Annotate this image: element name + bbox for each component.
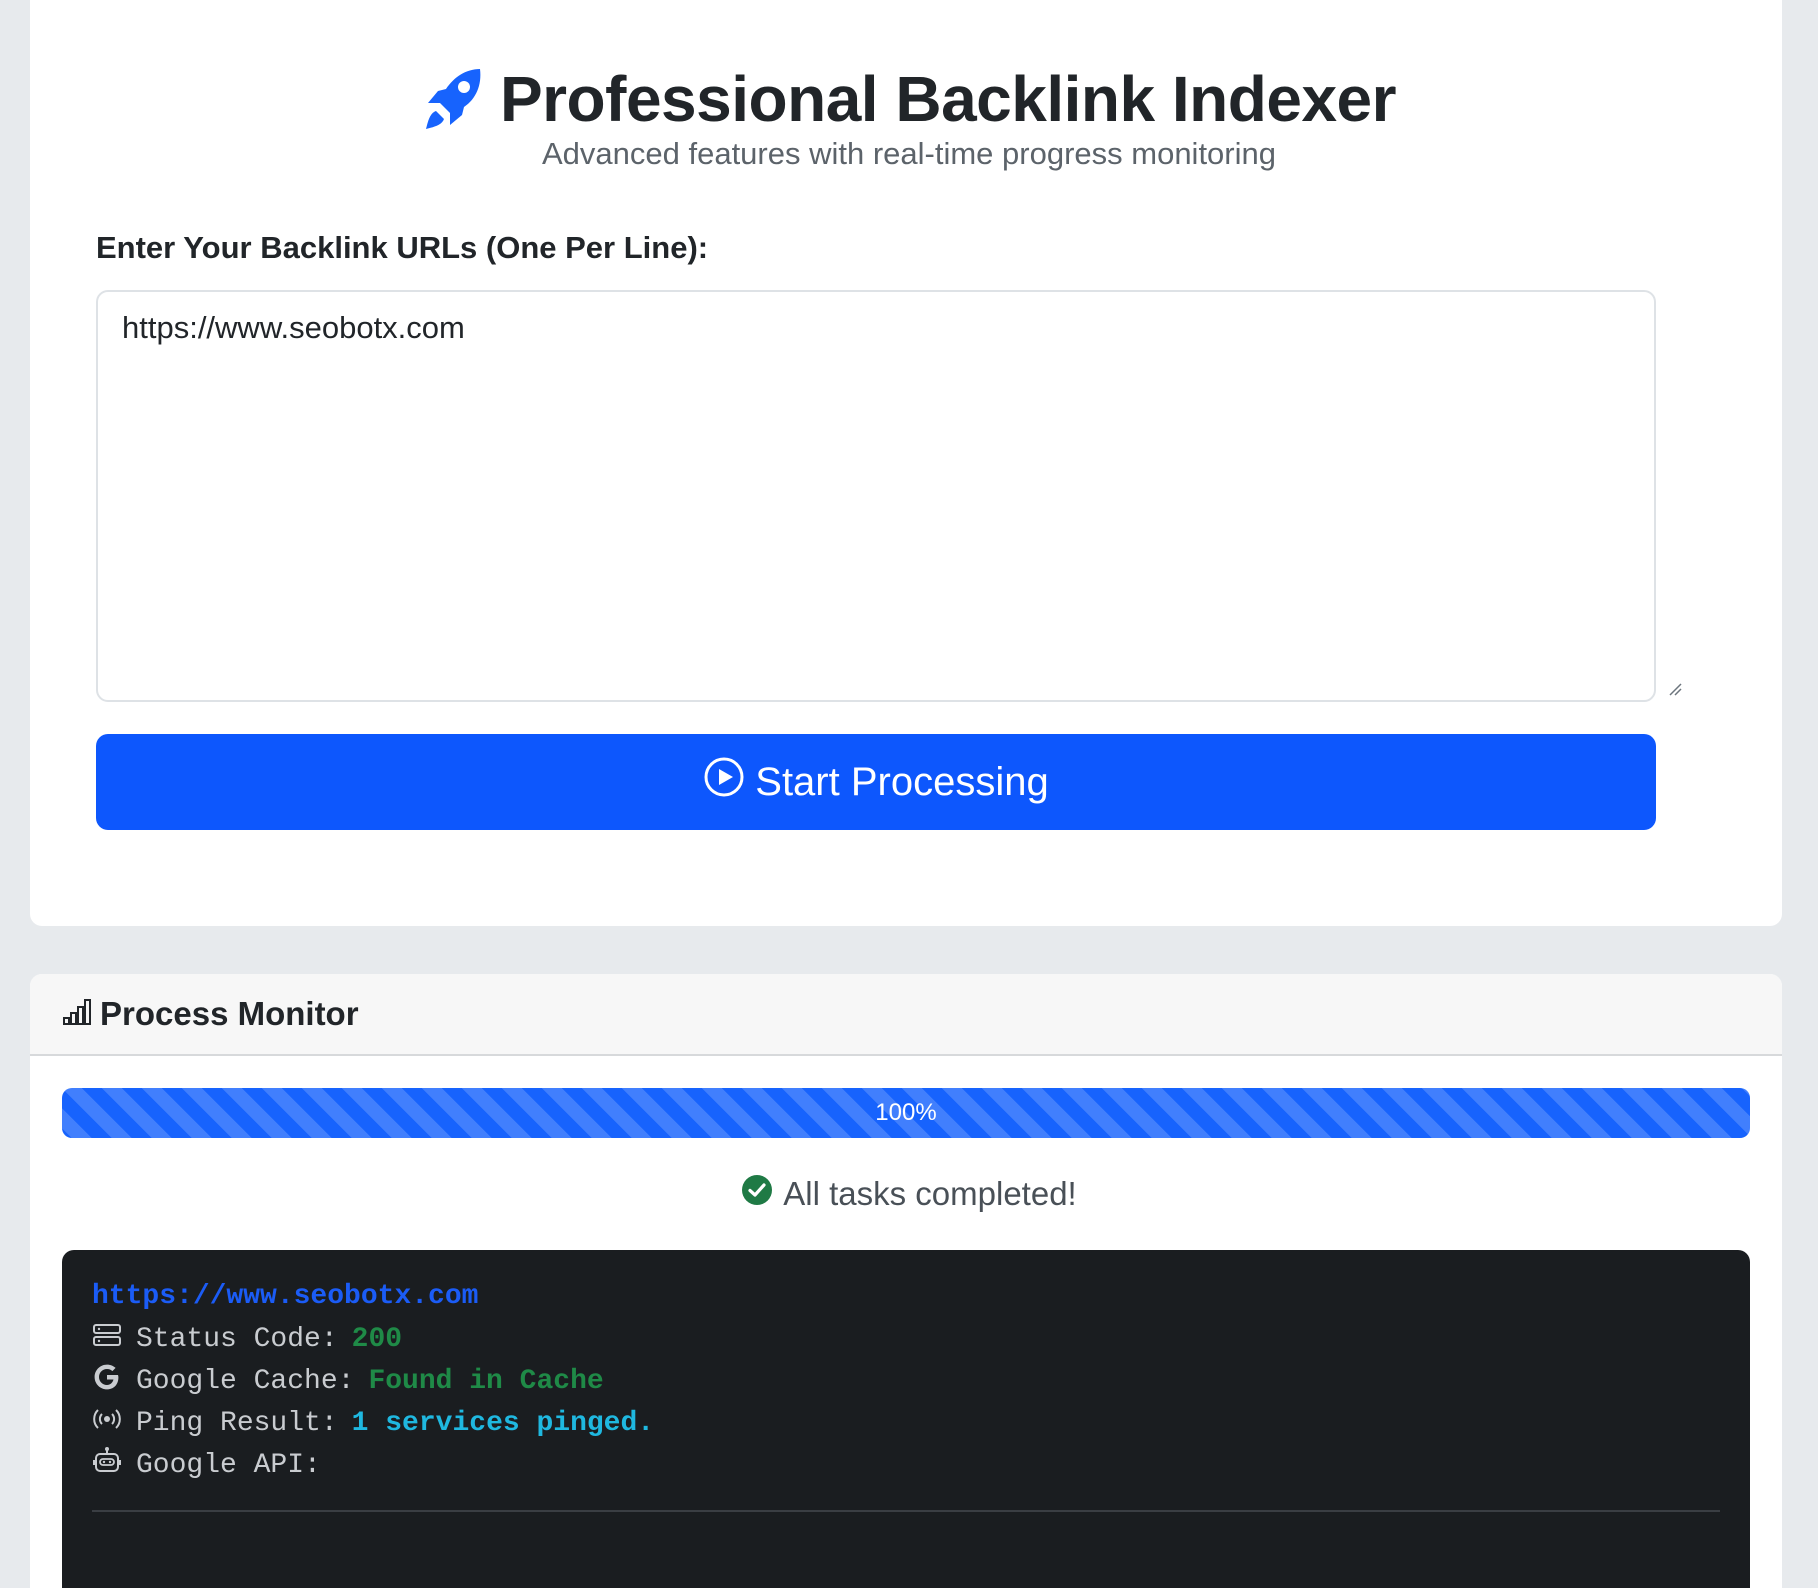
status-code-row: Status Code: 200 [92,1318,1720,1360]
play-circle-icon [703,756,745,808]
monitor-header: Process Monitor [30,974,1782,1056]
google-api-label: Google API: [136,1449,321,1481]
status-text: All tasks completed! [783,1175,1077,1212]
status-message: All tasks completed! [0,1174,1818,1214]
urls-label: Enter Your Backlink URLs (One Per Line): [96,230,709,265]
check-circle-icon [741,1174,773,1214]
bar-chart-icon [62,998,92,1031]
page-header: Professional Backlink Indexer [0,62,1818,136]
urls-textarea[interactable] [96,290,1656,702]
rocket-icon [422,65,486,133]
monitor-title: Process Monitor [100,995,359,1032]
google-cache-label: Google Cache: [136,1365,355,1397]
google-api-row: Google API: [92,1444,1720,1486]
status-code-value: 200 [351,1323,403,1355]
google-cache-value: Found in Cache [368,1365,604,1397]
results-console: https://www.seobotx.com Status Code: 200… [62,1250,1750,1588]
ping-result-row: Ping Result: 1 services pinged. [92,1402,1720,1444]
result-url: https://www.seobotx.com [92,1281,479,1312]
status-code-label: Status Code: [136,1323,338,1355]
server-icon [92,1320,122,1359]
result-divider [92,1510,1720,1512]
start-processing-button[interactable]: Start Processing [96,734,1656,830]
start-button-label: Start Processing [755,759,1049,804]
robot-icon [92,1446,122,1485]
ping-result-value: 1 services pinged. [351,1407,655,1439]
ping-result-label: Ping Result: [136,1407,338,1439]
page-title: Professional Backlink Indexer [499,63,1397,135]
progress-track: 100% [62,1088,1750,1138]
page-subtitle: Advanced features with real-time progres… [541,136,1276,171]
google-cache-row: Google Cache: Found in Cache [92,1360,1720,1402]
resize-grip-icon[interactable] [1668,682,1682,696]
progress-label: 100% [875,1099,937,1126]
google-icon [92,1362,122,1401]
progress-bar: 100% [62,1088,1750,1138]
broadcast-icon [92,1404,122,1443]
